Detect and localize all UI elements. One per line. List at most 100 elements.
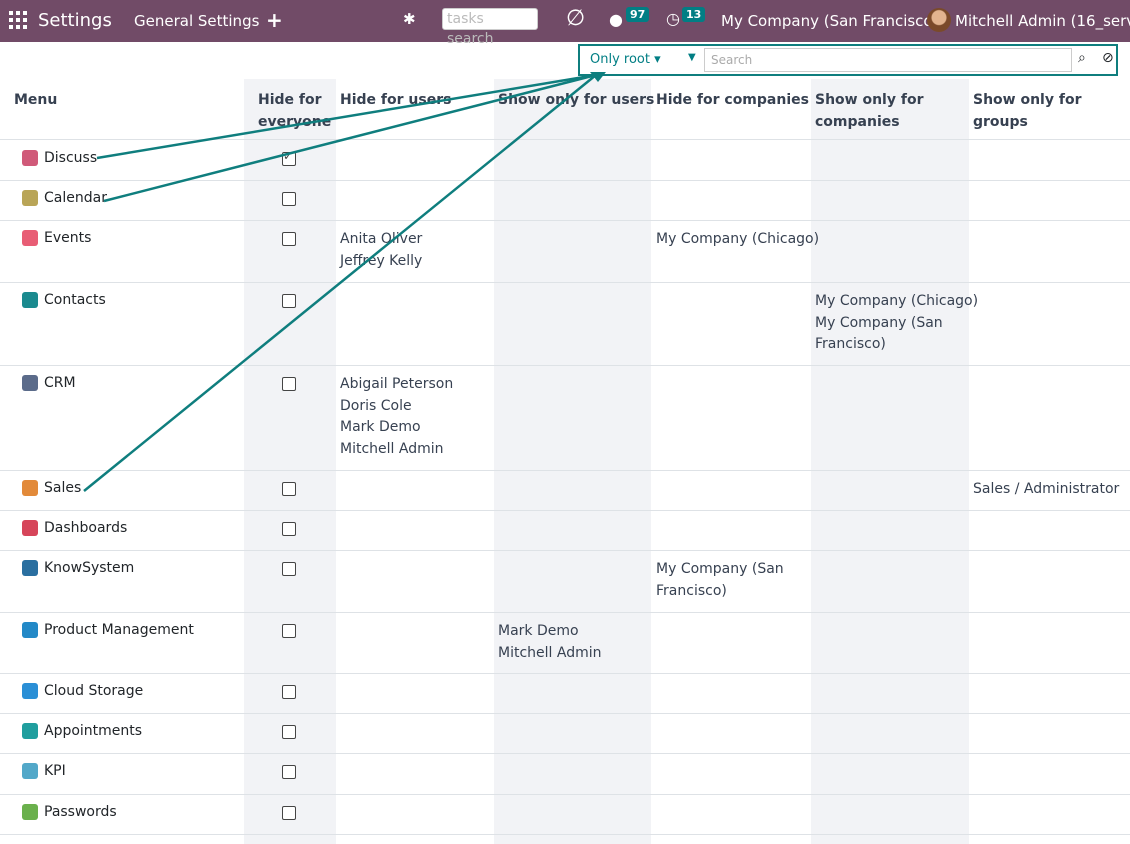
- header-show-only-users[interactable]: Show only for users: [498, 89, 654, 111]
- menu-cell[interactable]: Contacts: [22, 292, 106, 308]
- hide-companies-cell[interactable]: My Company (San Francisco): [656, 559, 784, 602]
- table-row[interactable]: [0, 753, 1130, 795]
- hide-everyone-checkbox[interactable]: [282, 522, 296, 536]
- chat-icon[interactable]: ●: [609, 10, 623, 29]
- hide-everyone-checkbox[interactable]: [282, 232, 296, 246]
- header-hide-companies[interactable]: Hide for companies: [656, 89, 809, 111]
- hide-users-entry: Mark Demo: [340, 419, 421, 435]
- plus-icon[interactable]: +: [266, 8, 283, 32]
- app-title[interactable]: Settings: [38, 10, 112, 31]
- menu-cell[interactable]: Sales: [22, 480, 81, 496]
- menu-label: Events: [44, 230, 92, 246]
- dashboards-icon: [22, 520, 38, 536]
- product-management-icon: [22, 622, 38, 638]
- table-row[interactable]: [0, 673, 1130, 714]
- menu-cell[interactable]: KnowSystem: [22, 560, 134, 576]
- hide-everyone-checkbox[interactable]: [282, 624, 296, 638]
- header-menu[interactable]: Menu: [14, 89, 57, 111]
- show-only-groups-entry: Sales / Administrator: [973, 481, 1120, 497]
- table-row[interactable]: [0, 794, 1130, 835]
- menu-label: Product Management: [44, 622, 194, 638]
- hide-everyone-checkbox[interactable]: [282, 765, 296, 779]
- search-icon[interactable]: ⌕: [1078, 50, 1086, 66]
- hide-users-entry: Mitchell Admin: [340, 440, 444, 457]
- hide-users-entry: Abigail Peterson: [340, 376, 454, 392]
- menu-cell[interactable]: Product Management: [22, 622, 194, 638]
- show-only-companies-entry: My Company (Chicago): [815, 293, 979, 309]
- menu-label: Cloud Storage: [44, 683, 144, 699]
- menu-cell[interactable]: Dashboards: [22, 520, 127, 536]
- header-show-only-groups[interactable]: Show only for groups: [973, 89, 1130, 133]
- activity-clock-icon[interactable]: ◷: [666, 9, 680, 28]
- show-only-companies-cell[interactable]: My Company (Chicago) My Company (San Franc…: [815, 291, 978, 356]
- menu-cell[interactable]: KPI: [22, 763, 66, 779]
- menu-cell[interactable]: Passwords: [22, 804, 117, 820]
- hide-everyone-checkbox[interactable]: [282, 562, 296, 576]
- menu-cell[interactable]: Appointments: [22, 723, 142, 739]
- menu-label: CRM: [44, 375, 76, 391]
- crm-icon: [22, 375, 38, 391]
- hide-everyone-checkbox[interactable]: [282, 192, 296, 206]
- menu-cell[interactable]: Cloud Storage: [22, 683, 143, 699]
- table-row[interactable]: [0, 140, 1130, 181]
- menu-label: Dashboards: [44, 520, 128, 536]
- odoo-icon[interactable]: ∅: [566, 6, 585, 31]
- search-panel: Only root ▾ ▼ Search ⌕ ⊘: [578, 44, 1118, 76]
- hide-companies-cell[interactable]: My Company (Chicago): [656, 229, 819, 251]
- hide-companies-entry: My Company (San: [656, 561, 784, 577]
- hide-everyone-checkbox[interactable]: [282, 149, 296, 166]
- events-icon: [22, 230, 38, 246]
- user-menu[interactable]: Mitchell Admin (16_server): [955, 12, 1130, 30]
- table-row[interactable]: [0, 365, 1130, 471]
- search-options-caret-icon[interactable]: ▼: [688, 52, 696, 63]
- hide-users-entry: Jeffrey Kelly: [340, 252, 423, 269]
- menu-label: Sales: [44, 480, 82, 496]
- tasks-search-input[interactable]: tasks search: [442, 8, 538, 47]
- company-switcher[interactable]: My Company (San Francisco): [721, 12, 938, 30]
- menu-cell[interactable]: Discuss: [22, 150, 97, 166]
- menu-label: Appointments: [44, 723, 143, 739]
- show-only-companies-entry: Francisco): [815, 336, 886, 352]
- clear-filter-icon[interactable]: ⊘: [1102, 50, 1114, 66]
- menu-cell[interactable]: Events: [22, 230, 91, 246]
- general-settings-menu[interactable]: General Settings: [134, 12, 259, 30]
- menu-cell[interactable]: CRM: [22, 375, 76, 391]
- hide-companies-entry: Francisco): [656, 582, 727, 599]
- hide-everyone-checkbox[interactable]: [282, 685, 296, 699]
- bug-icon[interactable]: ✱: [403, 10, 416, 28]
- hide-everyone-checkbox[interactable]: [282, 725, 296, 739]
- apps-menu-icon[interactable]: [9, 11, 27, 29]
- menu-cell[interactable]: Calendar: [22, 190, 107, 206]
- hide-everyone-checkbox[interactable]: [282, 294, 296, 308]
- top-navbar: Settings General Settings + ✱ tasks sear…: [0, 0, 1130, 47]
- table-row[interactable]: [0, 510, 1130, 551]
- sales-icon: [22, 480, 38, 496]
- search-input[interactable]: Search: [704, 48, 1072, 72]
- table-row[interactable]: [0, 713, 1130, 754]
- activity-count-badge: 13: [682, 7, 706, 22]
- table-row[interactable]: [0, 550, 1130, 613]
- show-only-users-entry: Mark Demo: [498, 623, 579, 639]
- menu-label: Passwords: [44, 804, 117, 820]
- show-only-users-entry: Mitchell Admin: [498, 644, 602, 661]
- filter-dropdown-button[interactable]: Only root ▾: [590, 52, 661, 67]
- table-row[interactable]: [0, 470, 1130, 511]
- hide-users-cell[interactable]: Abigail Peterson Doris Cole Mark Demo Mitch…: [340, 374, 453, 460]
- avatar[interactable]: [927, 8, 951, 32]
- table-row[interactable]: [0, 180, 1130, 221]
- hide-everyone-checkbox[interactable]: [282, 377, 296, 391]
- hide-companies-entry: My Company (Chicago): [656, 231, 820, 247]
- show-only-groups-cell[interactable]: Sales / Administrator: [973, 479, 1119, 501]
- kpi-icon: [22, 763, 38, 779]
- header-show-only-companies[interactable]: Show only for companies: [815, 89, 935, 133]
- hide-everyone-checkbox[interactable]: [282, 806, 296, 820]
- hide-users-entry: Doris Cole: [340, 397, 412, 414]
- table-row[interactable]: [0, 220, 1130, 283]
- hide-everyone-checkbox[interactable]: [282, 482, 296, 496]
- show-only-users-cell[interactable]: Mark Demo Mitchell Admin: [498, 621, 602, 664]
- header-hide-everyone[interactable]: Hide for everyone: [258, 89, 331, 133]
- header-hide-users[interactable]: Hide for users: [340, 89, 451, 111]
- hide-users-cell[interactable]: Anita Oliver Jeffrey Kelly: [340, 229, 422, 272]
- cloud-storage-icon: [22, 683, 38, 699]
- menu-label: KnowSystem: [44, 560, 135, 576]
